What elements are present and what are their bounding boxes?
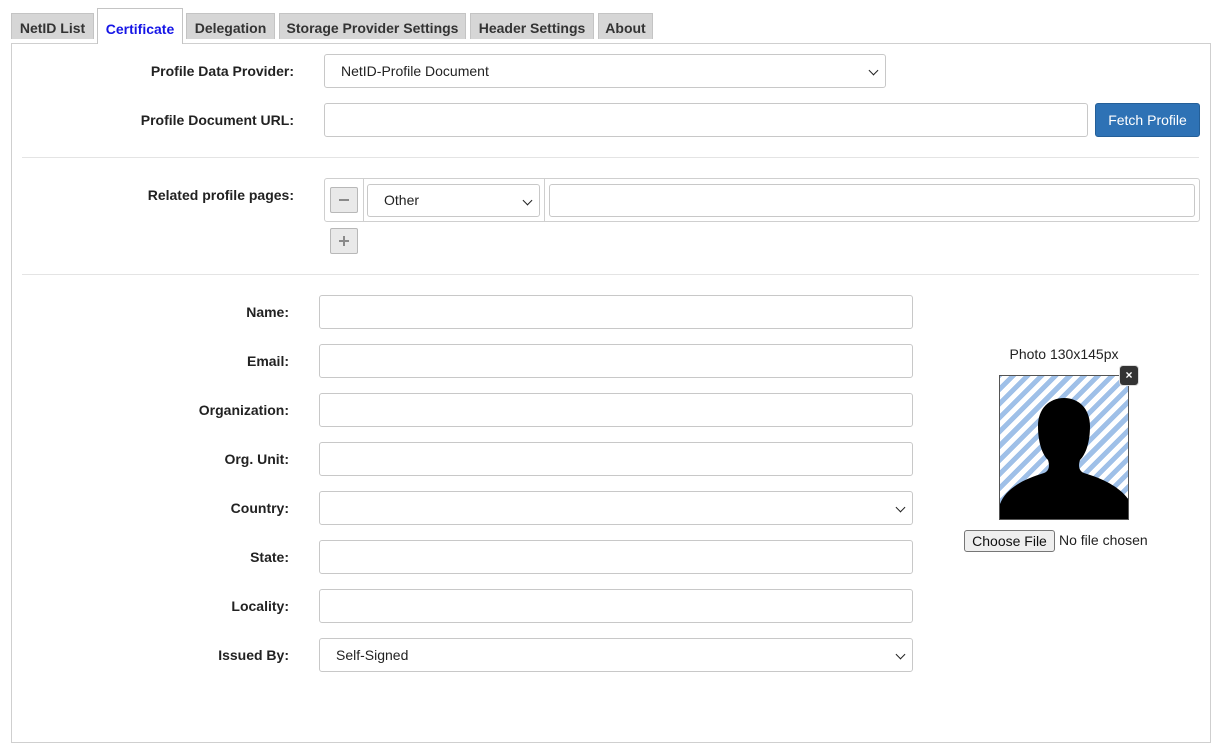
country-select[interactable]	[319, 491, 913, 525]
chevron-down-icon	[522, 195, 533, 206]
related-type-select[interactable]: Other	[367, 184, 540, 217]
org-unit-input[interactable]	[319, 442, 913, 476]
divider	[22, 274, 1199, 275]
related-url-input[interactable]	[549, 184, 1195, 217]
fetch-profile-button[interactable]: Fetch Profile	[1095, 103, 1200, 137]
issued-by-label: Issued By:	[218, 647, 289, 663]
organization-label: Organization:	[198, 402, 289, 418]
related-pages-label: Related profile pages:	[147, 187, 294, 203]
choose-file-button[interactable]: Choose File	[964, 530, 1055, 552]
photo-label: Photo 130x145px	[1009, 346, 1119, 362]
state-label: State:	[250, 549, 289, 565]
email-label: Email:	[246, 353, 289, 369]
chevron-down-icon	[895, 502, 906, 513]
locality-label: Locality:	[231, 598, 289, 614]
file-status-text: No file chosen	[1059, 532, 1148, 548]
chevron-down-icon	[895, 649, 906, 660]
profile-provider-select[interactable]: NetID-Profile Document	[324, 54, 886, 88]
related-type-value: Other	[384, 192, 420, 208]
profile-url-input[interactable]	[324, 103, 1088, 137]
plus-icon-vertical	[343, 236, 345, 246]
divider	[22, 157, 1199, 158]
org-unit-label: Org. Unit:	[224, 451, 289, 467]
email-input[interactable]	[319, 344, 913, 378]
profile-url-label: Profile Document URL:	[140, 112, 294, 128]
issued-by-select[interactable]: Self-Signed	[319, 638, 913, 672]
person-silhouette-icon	[1000, 398, 1128, 519]
photo-preview	[999, 375, 1129, 520]
close-icon[interactable]: ×	[1119, 365, 1139, 386]
form-layer: Profile Data Provider: NetID-Profile Doc…	[0, 0, 1217, 698]
remove-related-button[interactable]	[330, 187, 358, 213]
profile-provider-label: Profile Data Provider:	[150, 63, 294, 79]
organization-input[interactable]	[319, 393, 913, 427]
add-related-button[interactable]	[330, 228, 358, 254]
chevron-down-icon	[868, 65, 879, 76]
row-divider	[363, 179, 364, 221]
locality-input[interactable]	[319, 589, 913, 623]
minus-icon	[339, 199, 349, 201]
issued-by-value: Self-Signed	[336, 647, 409, 663]
profile-provider-value: NetID-Profile Document	[341, 63, 489, 79]
name-label: Name:	[246, 304, 289, 320]
name-input[interactable]	[319, 295, 913, 329]
country-label: Country:	[230, 500, 289, 516]
row-divider	[544, 179, 545, 221]
state-input[interactable]	[319, 540, 913, 574]
related-pages-row: Other	[324, 178, 1200, 222]
